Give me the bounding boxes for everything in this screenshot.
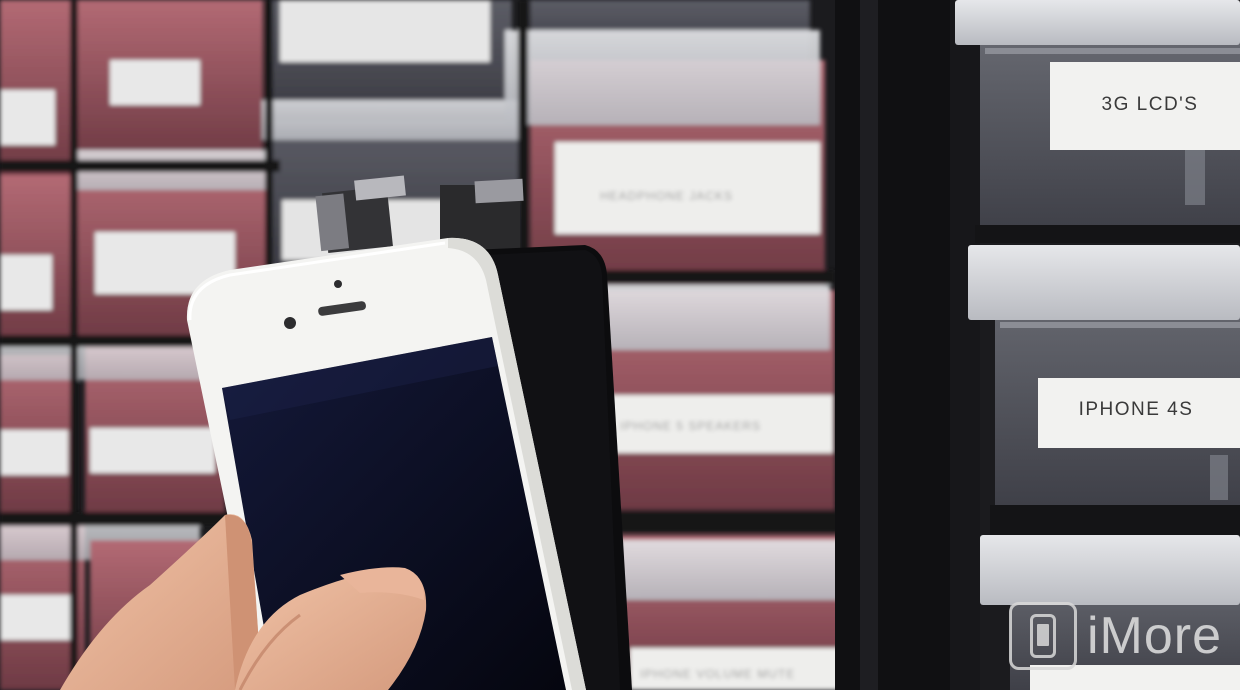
phone-in-rounded-square-icon: [1008, 602, 1077, 670]
right-drawer-cabinet: 3G LCD'S IPHONE 4S: [955, 0, 1240, 690]
cabinet-frame: [835, 0, 960, 690]
label-iphone-4s: IPHONE 4S: [1079, 399, 1194, 420]
watermark-text: iMore: [1086, 607, 1222, 665]
speakers-label-text: IPHONE 5 SPEAKERS: [620, 419, 761, 433]
imore-watermark: iMore: [1008, 602, 1222, 670]
photo-illustration: HEADPHONE JACKS IPHONE 5 SPEAKERS IPHONE…: [0, 0, 1240, 690]
headphone-label-text: HEADPHONE JACKS: [600, 189, 733, 203]
photo-scene: HEADPHONE JACKS IPHONE 5 SPEAKERS IPHONE…: [0, 0, 1240, 690]
label-3g-lcds: 3G LCD'S: [1102, 94, 1199, 115]
volume-label-text: IPHONE VOLUME MUTE: [640, 667, 795, 681]
